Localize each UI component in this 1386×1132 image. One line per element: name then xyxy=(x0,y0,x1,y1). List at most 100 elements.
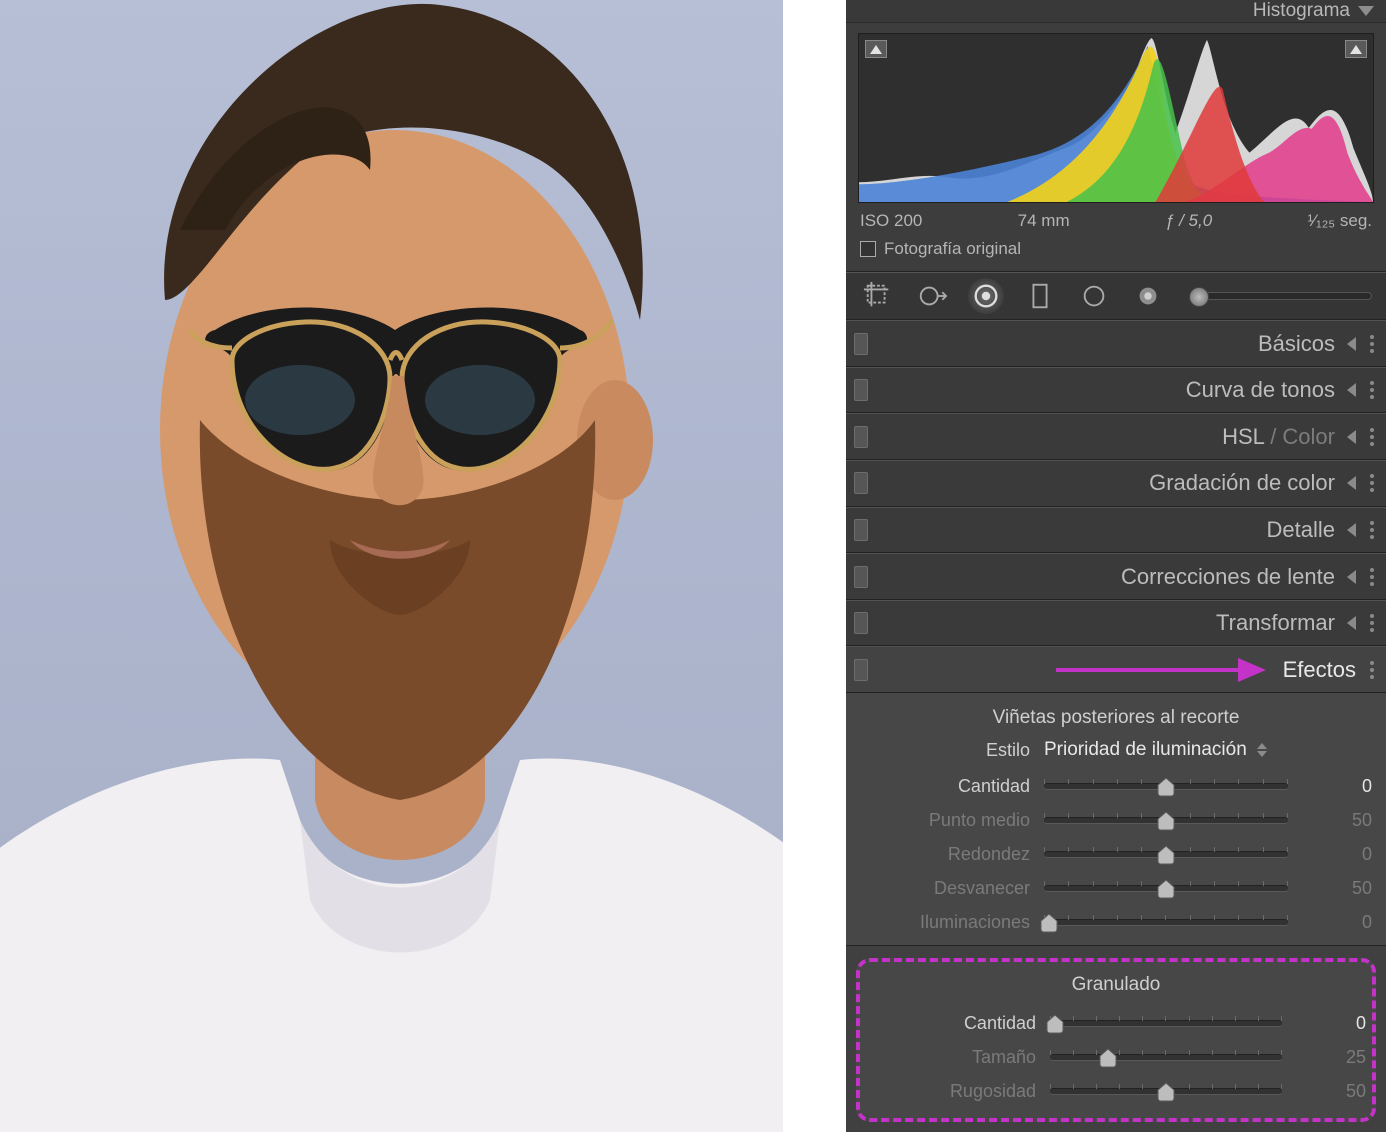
vignette-style-value: Prioridad de iluminación xyxy=(1044,739,1247,761)
panel-switch-icon[interactable] xyxy=(854,426,868,448)
panel-switch-icon[interactable] xyxy=(854,472,868,494)
exif-shutter: ¹⁄₁₂₅ seg. xyxy=(1307,211,1372,231)
original-photo-row[interactable]: Fotografía original xyxy=(858,235,1374,265)
brush-size-slider[interactable] xyxy=(1190,292,1372,300)
histogram-title: Histograma xyxy=(1253,0,1350,22)
slider-thumb-icon[interactable] xyxy=(1157,879,1175,899)
develop-panel: Histograma ISO 200 74 mm ƒ / 5,0 ¹⁄₁₂₅ s… xyxy=(846,0,1386,1132)
section-label: Efectos xyxy=(1283,657,1356,683)
section-label: HSL / Color xyxy=(1222,424,1335,450)
section-label: Curva de tonos xyxy=(1186,377,1335,403)
panel-switch-icon[interactable] xyxy=(854,612,868,634)
exif-row: ISO 200 74 mm ƒ / 5,0 ¹⁄₁₂₅ seg. xyxy=(858,203,1374,235)
crop-tool[interactable] xyxy=(860,278,896,314)
vignette-label: Redondez xyxy=(860,844,1030,865)
panel-switch-icon[interactable] xyxy=(854,519,868,541)
local-tools-strip xyxy=(846,272,1386,320)
slider-thumb-icon[interactable] xyxy=(1040,913,1058,933)
chevron-left-icon xyxy=(1347,476,1356,490)
dots-icon xyxy=(1370,335,1374,353)
checkbox-icon[interactable] xyxy=(860,241,876,257)
grain-label: Tamaño xyxy=(866,1047,1036,1068)
section-label: Correcciones de lente xyxy=(1121,564,1335,590)
grain-slider[interactable] xyxy=(1050,1054,1282,1061)
section-efectos[interactable]: Efectos xyxy=(846,646,1386,693)
slider-thumb-icon[interactable] xyxy=(1099,1048,1117,1068)
annotation-arrow-icon xyxy=(1056,661,1266,679)
dots-icon xyxy=(1370,568,1374,586)
grain-value: 50 xyxy=(1296,1081,1366,1102)
vignette-slider[interactable] xyxy=(1044,851,1288,858)
section-detalle[interactable]: Detalle xyxy=(846,507,1386,554)
vignette-row: Punto medio50 xyxy=(860,803,1372,837)
grain-value: 0 xyxy=(1296,1013,1366,1034)
grain-row: Rugosidad 50 xyxy=(866,1074,1366,1108)
hsl-sep: / xyxy=(1264,424,1282,449)
chevron-left-icon xyxy=(1347,616,1356,630)
section-basicos[interactable]: Básicos xyxy=(846,320,1386,367)
slider-thumb-icon[interactable] xyxy=(1157,1082,1175,1102)
section-transformar[interactable]: Transformar xyxy=(846,600,1386,647)
efectos-vignette-group: Viñetas posteriores al recorte Estilo Pr… xyxy=(846,693,1386,946)
section-curva[interactable]: Curva de tonos xyxy=(846,367,1386,414)
exif-iso: ISO 200 xyxy=(860,211,922,231)
chevron-left-icon xyxy=(1347,523,1356,537)
slider-thumb-icon[interactable] xyxy=(1157,777,1175,797)
section-label: Básicos xyxy=(1258,331,1335,357)
slider-thumb-icon[interactable] xyxy=(1157,811,1175,831)
grain-slider[interactable] xyxy=(1050,1088,1282,1095)
slider-thumb-icon[interactable] xyxy=(1189,287,1209,307)
histogram-plot[interactable] xyxy=(858,33,1374,203)
vignette-row: Iluminaciones 0 xyxy=(860,905,1372,939)
vignette-slider[interactable] xyxy=(1044,783,1288,790)
section-hsl[interactable]: HSL / Color xyxy=(846,413,1386,460)
brush-tool[interactable] xyxy=(1130,278,1166,314)
chevron-left-icon xyxy=(1347,570,1356,584)
vignette-slider[interactable] xyxy=(1044,919,1288,926)
histogram-header[interactable]: Histograma xyxy=(846,0,1386,23)
chevron-left-icon xyxy=(1347,383,1356,397)
hsl-label-b: Color xyxy=(1282,424,1335,449)
redeye-tool[interactable] xyxy=(968,278,1004,314)
dots-icon xyxy=(1370,381,1374,399)
vignette-value: 0 xyxy=(1302,844,1372,865)
vignette-row: Desvanecer50 xyxy=(860,871,1372,905)
section-lente[interactable]: Correcciones de lente xyxy=(846,553,1386,600)
vignette-value: 50 xyxy=(1302,810,1372,831)
vignette-value: 0 xyxy=(1302,776,1372,797)
vignette-slider[interactable] xyxy=(1044,817,1288,824)
updown-icon xyxy=(1257,743,1267,757)
grain-row: Cantidad 0 xyxy=(866,1006,1366,1040)
radial-filter-tool[interactable] xyxy=(1076,278,1112,314)
panel-switch-icon[interactable] xyxy=(854,566,868,588)
vignette-style-select[interactable]: Prioridad de iluminación xyxy=(1044,739,1372,761)
slider-thumb-icon[interactable] xyxy=(1046,1014,1064,1034)
slider-thumb-icon[interactable] xyxy=(1157,845,1175,865)
dots-icon xyxy=(1370,521,1374,539)
spot-removal-tool[interactable] xyxy=(914,278,950,314)
section-gradacion[interactable]: Gradación de color xyxy=(846,460,1386,507)
layout-gap xyxy=(783,0,846,1132)
vignette-value: 0 xyxy=(1302,912,1372,933)
chevron-left-icon xyxy=(1347,337,1356,351)
grain-label: Rugosidad xyxy=(866,1081,1036,1102)
panel-switch-icon[interactable] xyxy=(854,333,868,355)
original-photo-label: Fotografía original xyxy=(884,239,1021,259)
vignette-style-label: Estilo xyxy=(860,740,1030,761)
panel-switch-icon[interactable] xyxy=(854,659,868,681)
chevron-down-icon xyxy=(1358,6,1374,16)
grain-slider[interactable] xyxy=(1050,1020,1282,1027)
photo-preview xyxy=(0,0,783,1132)
vignette-row: Cantidad0 xyxy=(860,769,1372,803)
vignette-label: Desvanecer xyxy=(860,878,1030,899)
grain-row: Tamaño25 xyxy=(866,1040,1366,1074)
grain-label: Cantidad xyxy=(866,1013,1036,1034)
exif-focal: 74 mm xyxy=(1018,211,1070,231)
exif-aperture: ƒ / 5,0 xyxy=(1165,211,1212,231)
chevron-left-icon xyxy=(1347,430,1356,444)
section-label: Gradación de color xyxy=(1149,470,1335,496)
vignette-slider[interactable] xyxy=(1044,885,1288,892)
vignette-label: Iluminaciones xyxy=(860,912,1030,933)
graduated-filter-tool[interactable] xyxy=(1022,278,1058,314)
panel-switch-icon[interactable] xyxy=(854,379,868,401)
